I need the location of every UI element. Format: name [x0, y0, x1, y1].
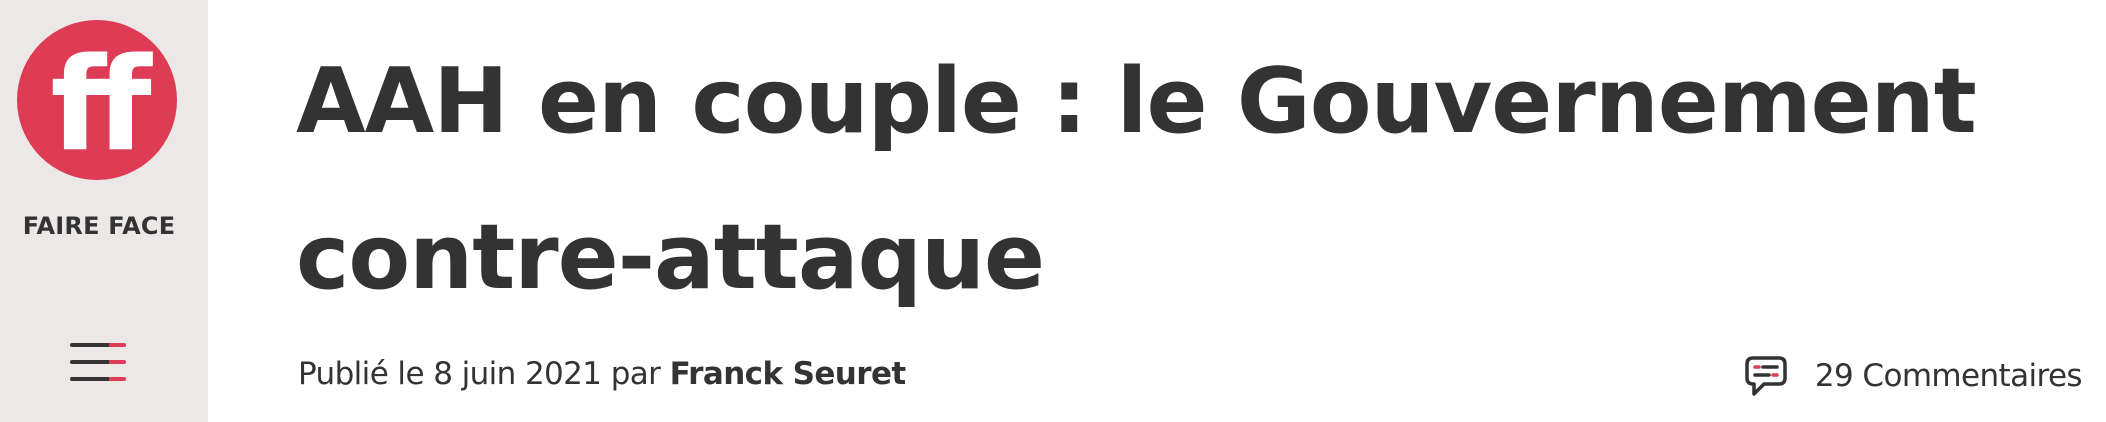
byline: Publié le 8 juin 2021 par Franck Seuret	[298, 356, 906, 392]
hamburger-menu-line	[70, 360, 126, 364]
comment-bubble-icon	[1745, 356, 1787, 396]
menu-button[interactable]	[70, 340, 126, 386]
sidebar: ff FAIRE FACE	[0, 0, 208, 422]
author-prefix: par	[610, 356, 661, 392]
publish-date: 8 juin 2021	[433, 356, 602, 392]
author-link[interactable]: Franck Seuret	[670, 356, 907, 392]
hamburger-menu-line	[70, 377, 126, 381]
comments-count: 29 Commentaires	[1814, 358, 2083, 394]
published-prefix: Publié le	[298, 356, 425, 392]
ff-logo-icon[interactable]: ff	[16, 19, 178, 181]
logo-text: ff	[50, 31, 153, 180]
comments-link[interactable]: 29 Commentaires	[1743, 352, 2083, 400]
article-title: AAH en couple : le Gouvernement contre-a…	[296, 49, 1977, 310]
brand-name: FAIRE FACE	[22, 212, 176, 240]
hamburger-menu-icon	[70, 343, 126, 347]
